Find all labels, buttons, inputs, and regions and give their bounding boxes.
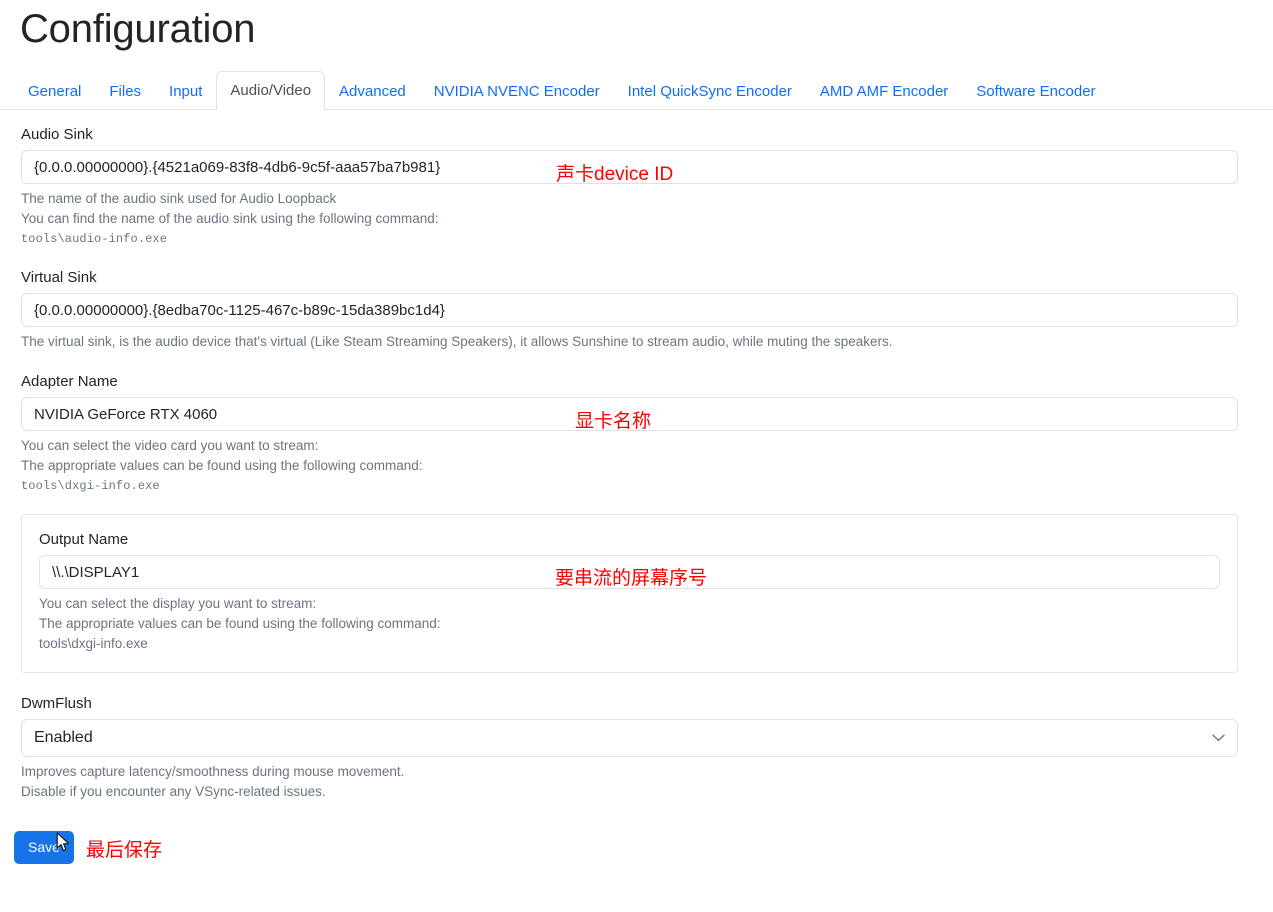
output-name-input[interactable] (39, 555, 1220, 589)
tab-amd-amf-encoder[interactable]: AMD AMF Encoder (806, 73, 962, 110)
dwm-flush-help-line-1: Improves capture latency/smoothness duri… (21, 764, 405, 779)
tab-panel-audio-video: Audio Sink 声卡device ID The name of the a… (0, 110, 1259, 803)
dwm-flush-help: Improves capture latency/smoothness duri… (21, 762, 1238, 802)
field-dwm-flush: DwmFlush Enabled Disabled Improves captu… (21, 696, 1238, 802)
output-name-help: You can select the display you want to s… (39, 594, 1220, 654)
virtual-sink-help-line-1: The virtual sink, is the audio device th… (21, 334, 893, 349)
audio-sink-help-line-2: You can find the name of the audio sink … (21, 211, 439, 226)
adapter-name-label: Adapter Name (21, 373, 118, 390)
tab-software-encoder[interactable]: Software Encoder (962, 73, 1109, 110)
tab-input[interactable]: Input (155, 73, 216, 110)
configuration-page: Configuration General Files Input Audio/… (0, 0, 1273, 912)
audio-sink-help: The name of the audio sink used for Audi… (21, 189, 1238, 249)
tab-files[interactable]: Files (95, 73, 155, 110)
field-output-name: Output Name 要串流的屏幕序号 You can select the … (39, 532, 1220, 654)
virtual-sink-help: The virtual sink, is the audio device th… (21, 332, 1238, 352)
field-audio-sink: Audio Sink 声卡device ID The name of the a… (21, 127, 1238, 249)
tab-audio-video[interactable]: Audio/Video (216, 71, 326, 110)
output-name-card: Output Name 要串流的屏幕序号 You can select the … (21, 514, 1238, 673)
adapter-name-help-command: tools\dxgi-info.exe (21, 479, 160, 493)
dwm-flush-label: DwmFlush (21, 695, 92, 712)
virtual-sink-input[interactable] (21, 293, 1238, 327)
field-adapter-name: Adapter Name 显卡名称 You can select the vid… (21, 374, 1238, 496)
save-annotation: 最后保存 (86, 840, 163, 861)
field-virtual-sink: Virtual Sink The virtual sink, is the au… (21, 270, 1238, 352)
footer-actions: Save 最后保存 (0, 831, 1273, 864)
output-name-help-line-1: You can select the display you want to s… (39, 596, 317, 611)
dwm-flush-select-wrap: Enabled Disabled (21, 719, 1238, 757)
tab-bar: General Files Input Audio/Video Advanced… (0, 71, 1273, 110)
output-name-label: Output Name (39, 531, 129, 548)
audio-sink-help-line-1: The name of the audio sink used for Audi… (21, 191, 337, 206)
tab-general[interactable]: General (14, 73, 95, 110)
tab-nvidia-nvenc-encoder[interactable]: NVIDIA NVENC Encoder (420, 73, 614, 110)
dwm-flush-help-line-2: Disable if you encounter any VSync-relat… (21, 784, 326, 799)
audio-sink-label: Audio Sink (21, 126, 93, 143)
virtual-sink-label: Virtual Sink (21, 269, 97, 286)
adapter-name-input[interactable] (21, 397, 1238, 431)
page-title: Configuration (20, 7, 256, 51)
save-button[interactable]: Save (14, 831, 74, 864)
audio-sink-help-command: tools\audio-info.exe (21, 232, 168, 246)
adapter-name-help-line-1: You can select the video card you want t… (21, 438, 319, 453)
tab-advanced[interactable]: Advanced (325, 73, 420, 110)
audio-sink-input[interactable] (21, 150, 1238, 184)
output-name-help-command: tools\dxgi-info.exe (39, 636, 148, 651)
adapter-name-help-line-2: The appropriate values can be found usin… (21, 458, 423, 473)
dwm-flush-select[interactable]: Enabled Disabled (21, 719, 1238, 757)
output-name-help-line-2: The appropriate values can be found usin… (39, 616, 441, 631)
adapter-name-help: You can select the video card you want t… (21, 436, 1238, 496)
tab-intel-quicksync-encoder[interactable]: Intel QuickSync Encoder (614, 73, 806, 110)
